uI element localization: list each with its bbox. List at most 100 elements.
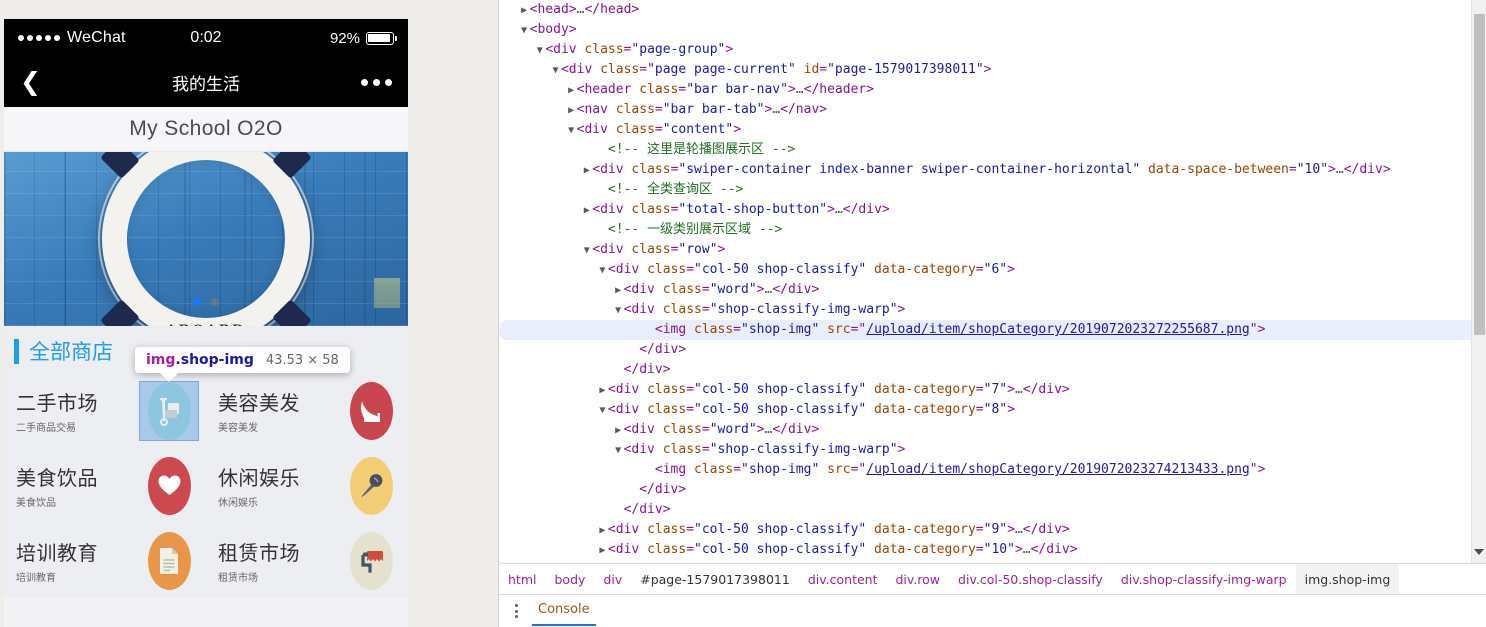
twisty-collapsed-icon[interactable]: ▶ — [566, 81, 577, 101]
category-cell-education[interactable]: 培训教育 培训教育 — [4, 523, 206, 598]
markup-token: = — [975, 402, 984, 417]
twisty-expanded-icon[interactable]: ▼ — [597, 261, 608, 281]
back-chevron-icon[interactable]: ❮ — [20, 69, 41, 95]
twisty-collapsed-icon[interactable]: ▶ — [566, 101, 577, 121]
dom-node-line[interactable]: <img class="shop-img" src="/upload/item/… — [499, 460, 1486, 480]
markup-token: = — [701, 302, 710, 317]
breadcrumb-item[interactable]: div — [594, 564, 631, 595]
twisty-expanded-icon[interactable]: ▼ — [519, 21, 530, 41]
dom-node-line[interactable]: ▶ <div class="word">…</div> — [499, 280, 1486, 300]
twisty-expanded-icon[interactable]: ▼ — [550, 61, 561, 81]
category-cell-secondhand[interactable]: 二手市场 二手商品交易 — [4, 373, 206, 448]
category-cell-entertainment[interactable]: 休闲娱乐 休闲娱乐 — [206, 448, 408, 523]
dom-node-line[interactable]: ▶ <div class="col-50 shop-classify" data-… — [499, 520, 1486, 540]
twisty-expanded-icon[interactable]: ▼ — [613, 301, 624, 321]
dom-node-line-selected[interactable]: <img class="shop-img" src="/upload/item/… — [499, 320, 1486, 340]
dom-node-line[interactable]: ▼ <body> — [499, 20, 1486, 40]
twisty-collapsed-icon[interactable]: ▶ — [597, 521, 608, 541]
markup-token: </div> — [639, 342, 687, 357]
dom-node-line[interactable]: ▶ <div class="col-50 shop-classify" data-… — [499, 380, 1486, 400]
breadcrumb-item[interactable]: #page-1579017398011 — [631, 564, 799, 595]
dom-node-line[interactable]: <!-- 全类查询区 --> — [499, 180, 1486, 200]
dom-node-line[interactable]: ▼ <div class="row"> — [499, 240, 1486, 260]
twisty-expanded-icon[interactable]: ▼ — [566, 121, 577, 141]
attribute-value: "shop-classify-img-warp" — [709, 442, 898, 457]
dom-node-line[interactable]: ▶ <div class="col-50 shop-classify" data-… — [499, 540, 1486, 560]
elements-dom-tree[interactable]: ▶ <head>…</head> ▼ <body> ▼ <div class="pag… — [499, 0, 1486, 563]
markup-token: = — [686, 262, 695, 277]
kebab-menu-icon[interactable] — [511, 600, 522, 622]
dom-tree-scrollbar[interactable] — [1471, 0, 1486, 563]
category-image-wrap[interactable] — [342, 381, 400, 440]
breadcrumb-item[interactable]: img.shop-img — [1295, 564, 1400, 595]
breadcrumb-item[interactable]: div.content — [799, 564, 887, 595]
category-cell-food[interactable]: 美食饮品 美食饮品 — [4, 448, 206, 523]
category-image-wrap[interactable] — [342, 531, 400, 590]
dom-node-line[interactable]: ▼ <div class="shop-classify-img-warp"> — [499, 300, 1486, 320]
attribute-value: "content" — [662, 122, 734, 137]
category-cell-beauty[interactable]: 美容美发 美容美发 — [206, 373, 408, 448]
twisty-collapsed-icon[interactable]: ▶ — [597, 541, 608, 561]
dom-node-line[interactable]: </div> — [499, 340, 1486, 360]
twisty-collapsed-icon[interactable]: ▶ — [597, 381, 608, 401]
tab-console[interactable]: Console — [532, 596, 596, 626]
markup-token: </div> — [623, 502, 671, 517]
breadcrumb[interactable]: html body div #page-1579017398011 div.conten… — [499, 563, 1486, 595]
dom-node-line[interactable]: ▶ <div class="total-shop-button">…</div> — [499, 200, 1486, 220]
breadcrumb-item[interactable]: body — [545, 564, 594, 595]
twisty-collapsed-icon[interactable]: ▶ — [519, 1, 530, 21]
dom-node-line[interactable]: </div> — [499, 500, 1486, 520]
twisty-expanded-icon[interactable]: ▼ — [597, 401, 608, 421]
dom-node-line[interactable]: </div> — [499, 480, 1486, 500]
twisty-collapsed-icon[interactable]: ▶ — [581, 201, 592, 221]
dom-node-line[interactable]: ▶ <nav class="bar bar-tab">…</nav> — [499, 100, 1486, 120]
markup-token: <div — [623, 302, 663, 317]
attribute-value-link[interactable]: /upload/item/shopCategory/20190720232722… — [866, 322, 1250, 337]
markup-token: > — [897, 442, 906, 457]
twisty-collapsed-icon[interactable]: ▶ — [581, 161, 592, 181]
markup-token: "> — [1249, 322, 1266, 337]
dom-node-line[interactable]: ▼ <div class="content"> — [499, 120, 1486, 140]
twisty-expanded-icon[interactable]: ▼ — [534, 41, 545, 61]
twisty-expanded-icon[interactable]: ▼ — [581, 241, 592, 261]
dom-node-line[interactable]: <!-- 一级类别展示区域 --> — [499, 220, 1486, 240]
dom-node-line[interactable]: ▶ <div class = "swiper-container index-bann… — [499, 160, 1486, 180]
breadcrumb-item[interactable]: div.col-50.shop-classify — [949, 564, 1112, 595]
dom-node-line[interactable]: ▼ <div class="page-group"> — [499, 40, 1486, 60]
twisty-collapsed-icon[interactable]: ▶ — [613, 281, 624, 301]
category-image-wrap[interactable] — [140, 531, 198, 590]
category-image-wrap-selected[interactable] — [139, 380, 199, 441]
dom-node-line[interactable]: ▶ <head>…</head> — [499, 0, 1486, 20]
attribute-value-link[interactable]: /upload/item/shopCategory/20190720232742… — [866, 462, 1250, 477]
scroll-down-arrow-icon[interactable] — [1472, 541, 1486, 563]
app-title: My School O2O — [4, 107, 408, 152]
markup-token — [866, 262, 874, 277]
category-image-wrap[interactable] — [140, 456, 198, 515]
category-image-wrap[interactable] — [342, 456, 400, 515]
twisty-expanded-icon[interactable]: ▼ — [613, 441, 624, 461]
twisty-collapsed-icon[interactable]: ▶ — [613, 421, 624, 441]
attribute-name: class — [647, 522, 687, 537]
markup-token: = — [701, 442, 710, 457]
breadcrumb-item[interactable]: html — [499, 564, 545, 595]
ellipsis-icon[interactable] — [361, 78, 392, 86]
dom-node-line[interactable]: ▼ <div class="shop-classify-img-warp"> — [499, 440, 1486, 460]
markup-token: <div — [607, 382, 648, 397]
attribute-name: class — [647, 402, 687, 417]
dom-node-line[interactable]: ▶ <header class="bar bar-nav">…</header> — [499, 80, 1486, 100]
dom-node-line[interactable]: <!-- 这里是轮播图展示区 --> — [499, 140, 1486, 160]
breadcrumb-item[interactable]: div.shop-classify-img-warp — [1112, 564, 1296, 595]
dom-node-line[interactable]: </div> — [499, 360, 1486, 380]
markup-token — [819, 322, 827, 337]
banner-pagination[interactable] — [193, 298, 219, 306]
attribute-value: "col-50 shop-classify" — [694, 262, 867, 277]
scrollbar-thumb[interactable] — [1474, 14, 1485, 335]
breadcrumb-item[interactable]: div.row — [886, 564, 949, 595]
index-banner[interactable]: WELCOME ABOARD — [4, 152, 408, 326]
dom-node-line[interactable]: ▼ <div class="col-50 shop-classify" data-… — [499, 260, 1486, 280]
category-cell-rental[interactable]: 租赁市场 租赁市场 — [206, 523, 408, 598]
dom-node-line[interactable]: ▶ <div class="word">…</div> — [499, 420, 1486, 440]
dom-node-line[interactable]: ▼ <div class="page page-current" id="page… — [499, 60, 1486, 80]
dom-node-line[interactable]: ▼ <div class="col-50 shop-classify" data-… — [499, 400, 1486, 420]
